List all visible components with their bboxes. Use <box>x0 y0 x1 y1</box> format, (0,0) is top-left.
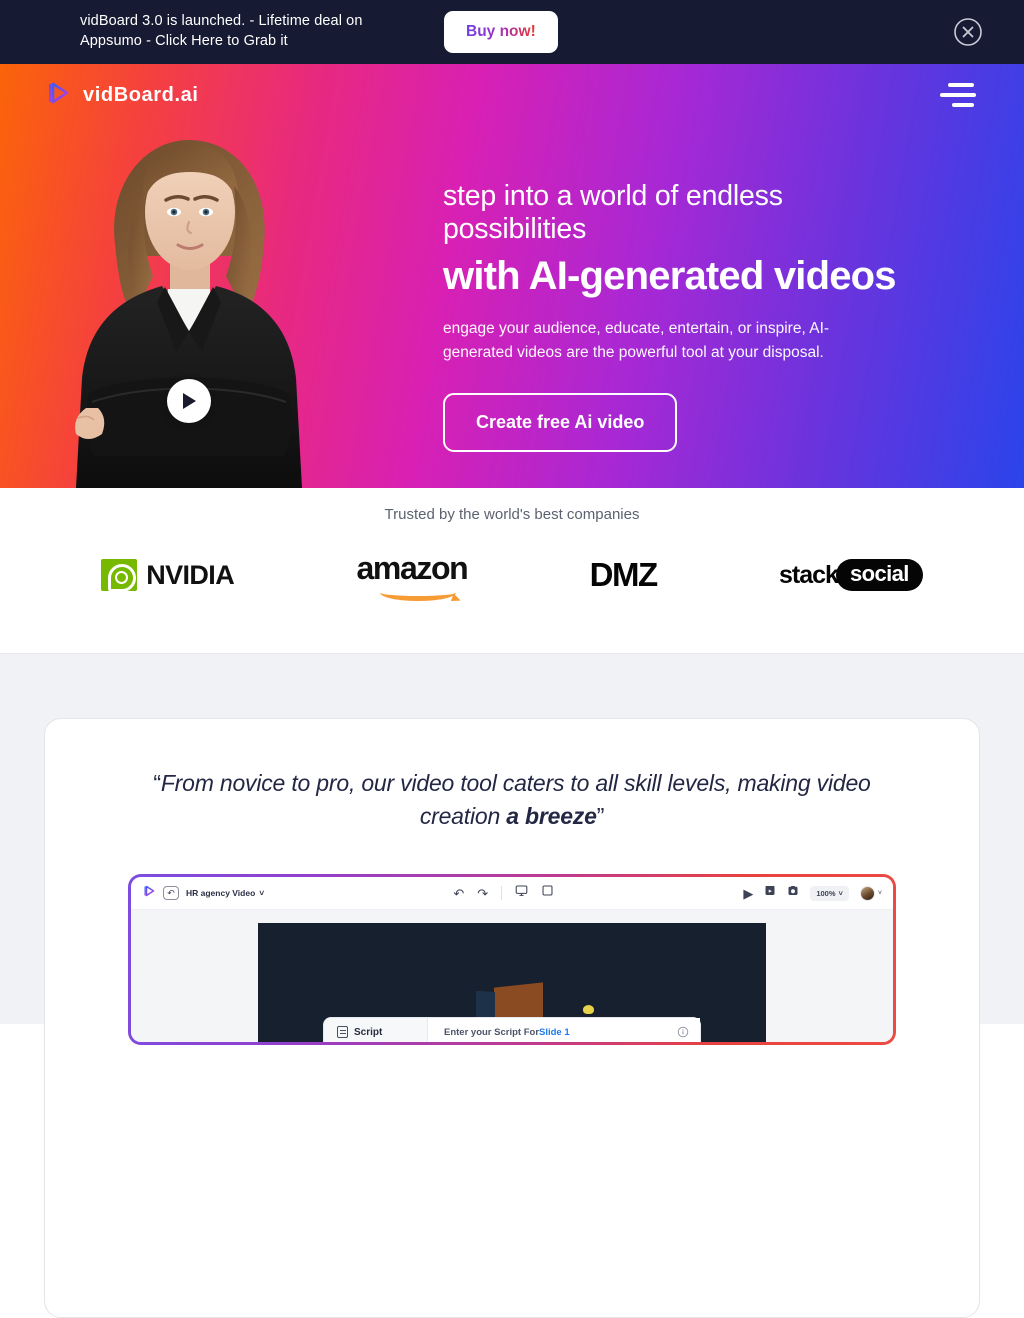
info-icon[interactable] <box>666 1018 700 1043</box>
nvidia-eye-mark <box>101 559 138 592</box>
export-video-icon[interactable] <box>764 884 776 902</box>
chevron-down-icon: ˅ <box>838 888 843 898</box>
buy-now-label: Buy now! <box>466 23 536 40</box>
zoom-level-value: 100% <box>816 888 836 898</box>
hero-section: vidBoard.ai step into a world of endless… <box>0 64 1024 488</box>
create-free-ai-video-button[interactable]: Create free Ai video <box>443 393 678 453</box>
user-avatar[interactable]: ˅ <box>859 885 882 901</box>
stacksocial-social-word: social <box>835 559 923 591</box>
save-icon[interactable] <box>787 884 799 902</box>
quote-highlight: a breeze <box>506 802 597 829</box>
trusted-by-section: Trusted by the world's best companies NV… <box>0 488 1024 654</box>
script-input[interactable]: Enter your Script For Slide 1 <box>428 1018 666 1043</box>
chevron-down-icon: ˅ <box>259 888 265 899</box>
amazon-logo-icon: amazon <box>356 549 469 601</box>
script-placeholder-prefix: Enter your Script For <box>444 1026 540 1038</box>
toolbar-divider <box>501 886 503 901</box>
close-quote-mark: ” <box>596 802 605 829</box>
mockup-canvas: Script Enter your Script For Slide 1 <box>131 910 893 1043</box>
mockup-toolbar: ↶ HR agency Video ˅ ↶ ↷ ▶ 100% ˅ ˅ <box>131 877 893 911</box>
script-input-bar: Script Enter your Script For Slide 1 <box>323 1017 701 1043</box>
app-mockup-frame: ↶ HR agency Video ˅ ↶ ↷ ▶ 100% ˅ ˅ Scrip… <box>128 874 896 1046</box>
brand-logo-row: NVIDIA amazon DMZ stack social <box>0 549 1024 601</box>
script-placeholder-slide: Slide 1 <box>539 1026 570 1038</box>
stage-accent <box>583 1005 594 1015</box>
open-quote-mark: “ <box>153 770 161 796</box>
hero-title: with AI-generated videos <box>443 253 897 298</box>
script-label-text: Script <box>354 1026 383 1038</box>
avatar-image <box>859 885 875 901</box>
brand-name: vidBoard.ai <box>83 83 199 106</box>
navbar: vidBoard.ai <box>0 64 1024 126</box>
announcement-message: vidBoard 3.0 is launched. - Lifetime dea… <box>80 13 363 49</box>
brand-logo[interactable]: vidBoard.ai <box>44 79 199 112</box>
testimonial-section: “From novice to pro, our video tool cate… <box>0 654 1024 1318</box>
hamburger-menu-icon[interactable] <box>940 81 980 109</box>
buy-now-button[interactable]: Buy now! <box>444 11 558 53</box>
chevron-down-icon: ˅ <box>877 889 882 897</box>
nvidia-wordmark: NVIDIA <box>146 559 235 590</box>
script-label: Script <box>324 1018 428 1043</box>
project-title-label: HR agency Video <box>186 888 256 899</box>
square-frame-icon[interactable] <box>541 884 554 902</box>
amazon-wordmark: amazon <box>356 549 469 586</box>
trusted-by-label: Trusted by the world's best companies <box>384 506 640 523</box>
stacksocial-logo-icon: stack social <box>779 553 923 597</box>
dmz-wordmark: DMZ <box>589 556 658 593</box>
app-mockup: ↶ HR agency Video ˅ ↶ ↷ ▶ 100% ˅ ˅ Scrip… <box>131 877 893 1043</box>
redo-icon[interactable]: ↷ <box>477 887 488 900</box>
hero-subtitle: engage your audience, educate, entertain… <box>443 320 830 362</box>
zoom-level-dropdown[interactable]: 100% ˅ <box>810 885 849 901</box>
undo-back-icon[interactable]: ↶ <box>163 886 179 901</box>
script-document-icon <box>337 1026 348 1039</box>
project-title-dropdown[interactable]: HR agency Video ˅ <box>186 888 264 898</box>
vidboard-play-logo-icon <box>44 79 72 112</box>
testimonial-quote: “From novice to pro, our video tool cate… <box>128 767 896 832</box>
play-icon[interactable]: ▶ <box>743 887 753 900</box>
hero-kicker: step into a world of endless possibiliti… <box>443 180 783 245</box>
amazon-smile-arrow <box>379 584 456 601</box>
testimonial-card: “From novice to pro, our video tool cate… <box>44 718 980 1318</box>
vidboard-play-logo-icon <box>142 884 156 903</box>
dmz-logo-icon: DMZ <box>589 553 658 597</box>
hero-copy: step into a world of endless possibiliti… <box>443 180 923 453</box>
presenter-image <box>58 126 320 488</box>
monitor-icon[interactable] <box>515 884 528 902</box>
play-button-icon[interactable] <box>167 379 211 424</box>
announcement-bar: vidBoard 3.0 is launched. - Lifetime dea… <box>0 0 1024 64</box>
stacksocial-stack-word: stack <box>779 560 839 589</box>
nvidia-logo-icon: NVIDIA <box>101 553 235 597</box>
close-circle-icon[interactable] <box>952 16 984 48</box>
undo-icon[interactable]: ↶ <box>453 887 464 900</box>
